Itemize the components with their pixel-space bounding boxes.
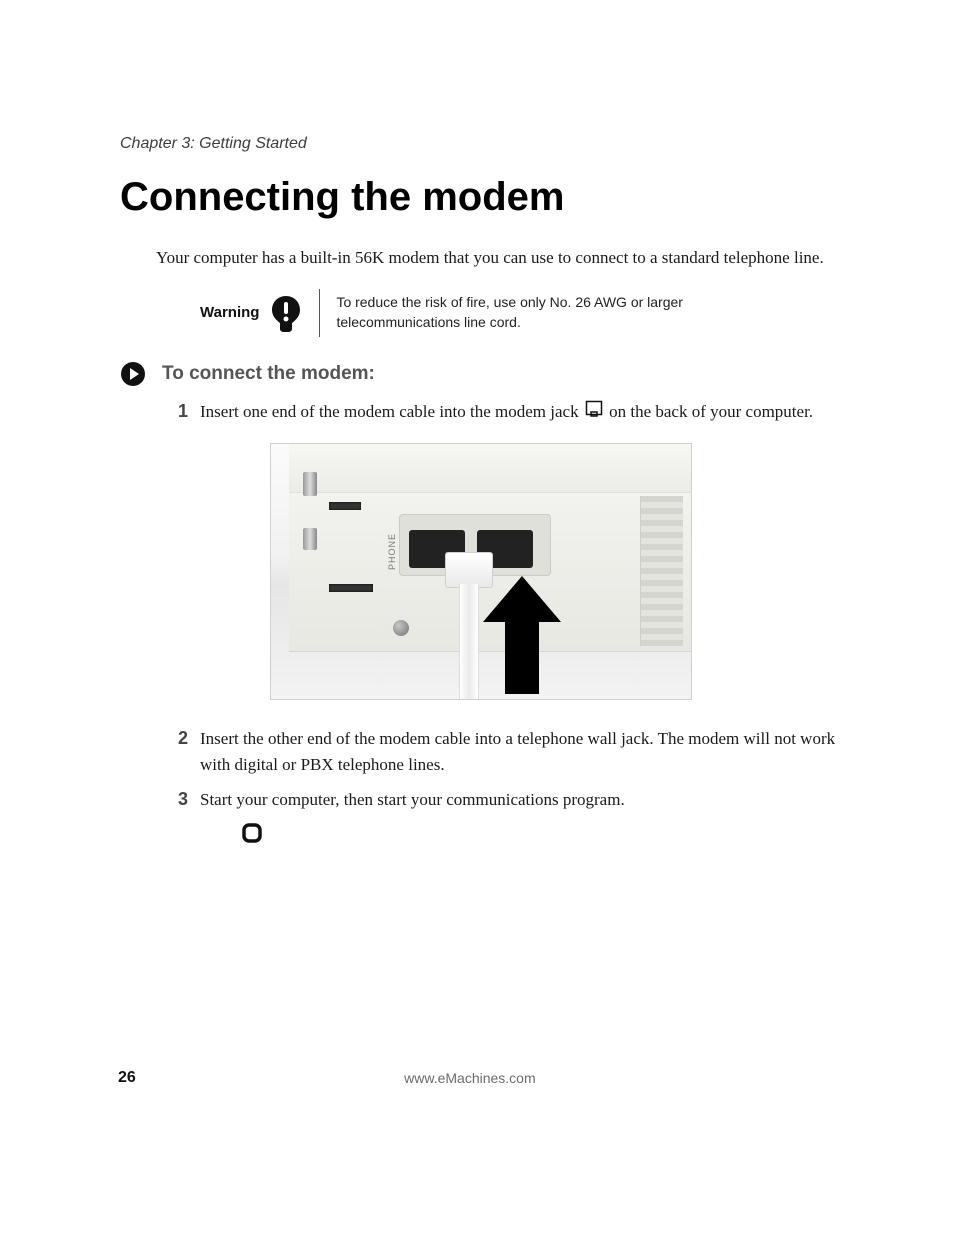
intro-paragraph: Your computer has a built-in 56K modem t… — [156, 246, 844, 271]
figure-slot — [329, 584, 373, 592]
step-text-pre: Insert one end of the modem cable into t… — [200, 402, 583, 421]
step-item: 1 Insert one end of the modem cable into… — [170, 399, 844, 426]
step-item: 2 Insert the other end of the modem cabl… — [170, 726, 844, 777]
figure-cable-cord — [459, 584, 479, 700]
step-text: Insert one end of the modem cable into t… — [200, 399, 813, 426]
page-title: Connecting the modem — [120, 175, 844, 220]
up-arrow-icon — [483, 576, 561, 699]
step-list: 1 Insert one end of the modem cable into… — [170, 399, 844, 843]
warning-divider — [319, 289, 320, 337]
warning-callout: Warning To reduce the risk of fire, use … — [200, 289, 844, 337]
procedure-heading: To connect the modem: — [162, 363, 375, 385]
page-footer: 26 www.eMachines.com — [118, 1069, 844, 1087]
footer-url: www.eMachines.com — [96, 1070, 844, 1086]
step-number: 1 — [170, 399, 188, 424]
step-number: 3 — [170, 787, 188, 812]
warning-label: Warning — [200, 304, 259, 321]
figure-slot — [329, 502, 361, 510]
figure-screw — [303, 472, 317, 496]
manual-page: Chapter 3: Getting Started Connecting th… — [0, 0, 954, 1235]
chapter-header: Chapter 3: Getting Started — [120, 135, 844, 153]
step-text: Start your computer, then start your com… — [200, 787, 625, 813]
modem-jack-icon — [585, 400, 603, 426]
modem-connection-figure: PHONE — [270, 443, 692, 700]
figure-screw — [303, 528, 317, 550]
play-icon — [120, 361, 146, 387]
warning-icon — [269, 294, 303, 332]
step-item: 3 Start your computer, then start your c… — [170, 787, 844, 813]
step-text: Insert the other end of the modem cable … — [200, 726, 840, 777]
end-of-procedure-icon — [242, 823, 844, 843]
procedure-heading-row: To connect the modem: — [120, 361, 844, 387]
figure-phone-label: PHONE — [387, 522, 399, 570]
figure-wrapper: PHONE — [270, 443, 844, 700]
figure-vent — [640, 496, 683, 646]
step-number: 2 — [170, 726, 188, 751]
figure-top-panel — [289, 444, 691, 493]
step-text-post: on the back of your computer. — [609, 402, 813, 421]
warning-text: To reduce the risk of fire, use only No.… — [336, 293, 706, 332]
